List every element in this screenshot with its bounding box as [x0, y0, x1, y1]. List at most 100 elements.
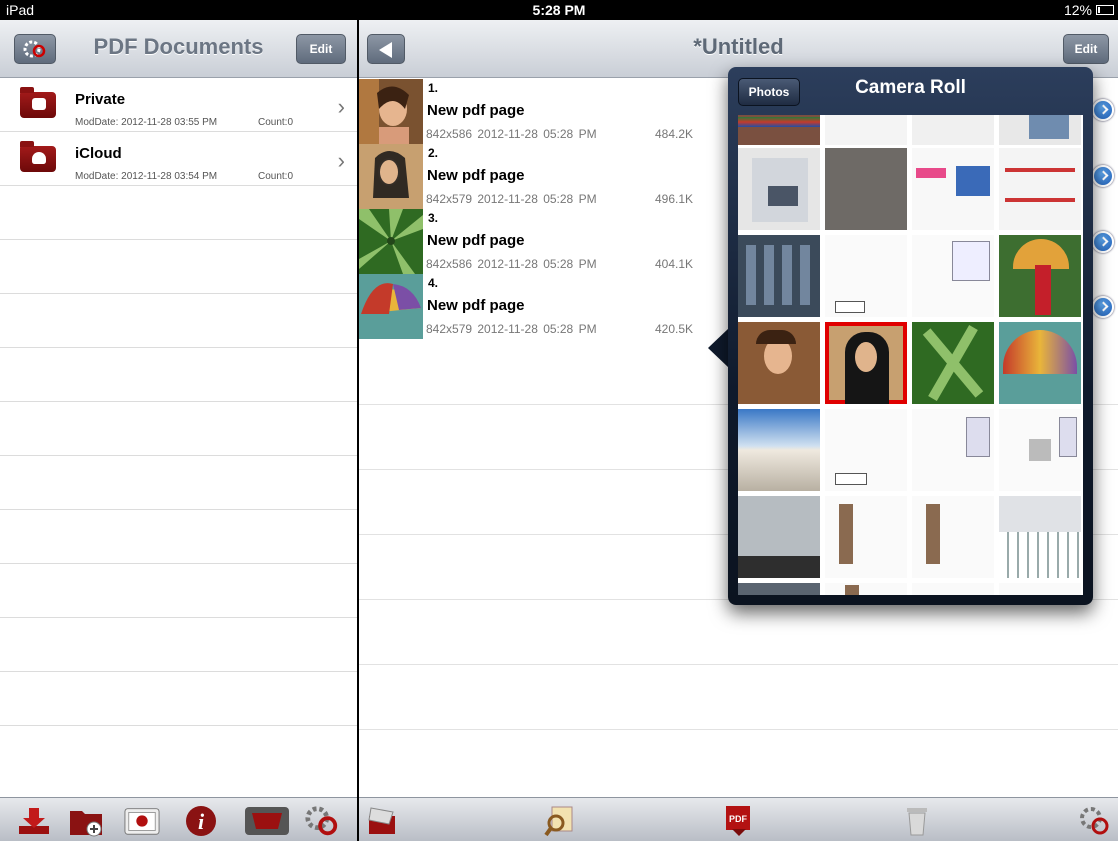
- page-size: 404.1K: [655, 257, 694, 271]
- import-button[interactable]: [16, 803, 52, 839]
- document-title: *Untitled: [693, 34, 784, 59]
- photo-thumbnail[interactable]: [825, 148, 907, 230]
- page-name: New pdf page: [427, 167, 525, 184]
- folder-row-private[interactable]: Private ModDate: 2012-11-28 03:55 PM Cou…: [0, 78, 357, 132]
- photo-grid: [738, 115, 1083, 595]
- photo-thumbnail[interactable]: [825, 496, 907, 578]
- folder-moddate: ModDate: 2012-11-28 03:55 PM: [75, 117, 218, 128]
- folder-moddate: ModDate: 2012-11-28 03:54 PM: [75, 171, 218, 182]
- add-folder-icon: [70, 811, 102, 837]
- settings-button[interactable]: [304, 803, 340, 839]
- vga-button[interactable]: [240, 803, 294, 839]
- page-number: 2.: [428, 146, 439, 160]
- page-size: 484.2K: [655, 127, 694, 141]
- photo-thumbnail[interactable]: [825, 235, 907, 317]
- photo-thumbnail[interactable]: [738, 235, 820, 317]
- settings-button[interactable]: [1077, 803, 1113, 839]
- photo-thumbnail[interactable]: [912, 322, 994, 404]
- page-detail-button[interactable]: [1092, 99, 1114, 121]
- battery-indicator: 12%: [1064, 2, 1114, 18]
- locked-folder-icon: [20, 87, 56, 118]
- download-tray-icon: [19, 808, 49, 834]
- photo-thumbnail[interactable]: [999, 409, 1081, 491]
- preview-button[interactable]: [541, 803, 577, 839]
- photo-thumbnail[interactable]: [738, 115, 820, 145]
- trash-button[interactable]: [899, 803, 935, 839]
- camera-button[interactable]: [124, 803, 160, 839]
- folder-name: iCloud: [75, 145, 122, 162]
- photo-thumbnail[interactable]: [738, 409, 820, 491]
- cloud-folder-icon: [20, 141, 56, 172]
- page-name: New pdf page: [427, 232, 525, 249]
- battery-percent: 12%: [1063, 2, 1092, 18]
- empty-row: [0, 348, 357, 402]
- battery-icon: [1096, 5, 1114, 15]
- photo-thumbnail[interactable]: [738, 496, 820, 578]
- photo-thumbnail[interactable]: [999, 115, 1081, 145]
- popover-title: Camera Roll: [855, 77, 966, 98]
- photo-thumbnail[interactable]: [825, 409, 907, 491]
- empty-row: [0, 186, 357, 240]
- camera-icon: [124, 808, 160, 835]
- photo-thumbnail[interactable]: [912, 115, 994, 145]
- page-detail-button[interactable]: [1092, 296, 1114, 318]
- gears-icon: [305, 806, 338, 836]
- photo-thumbnail[interactable]: [999, 148, 1081, 230]
- status-bar: iPad 5:28 PM 12%: [0, 0, 1118, 20]
- photo-thumbnail[interactable]: [825, 583, 907, 595]
- email-button[interactable]: [365, 803, 401, 839]
- photo-thumbnail[interactable]: [912, 496, 994, 578]
- page-detail-button[interactable]: [1092, 231, 1114, 253]
- folder-name: Private: [75, 91, 126, 108]
- photo-thumbnail[interactable]: [738, 322, 820, 404]
- trash-icon: [907, 808, 927, 836]
- separator: [359, 729, 1118, 730]
- page-meta: 842x586 2012-11-28 05:28 PM: [426, 257, 597, 271]
- chevron-right-icon: ›: [337, 148, 345, 173]
- info-button[interactable]: i: [183, 803, 219, 839]
- photo-thumbnail[interactable]: [825, 115, 907, 145]
- page-meta: 842x579 2012-11-28 05:28 PM: [426, 322, 597, 336]
- separator: [359, 664, 1118, 665]
- page-number: 3.: [428, 211, 439, 225]
- documents-pane: PDF Documents Edit Private ModDate: 2012…: [0, 20, 357, 841]
- page-thumbnail: [359, 209, 423, 274]
- page-size: 496.1K: [655, 192, 694, 206]
- edit-pages-button[interactable]: Edit: [1063, 34, 1109, 64]
- photo-thumbnail[interactable]: [999, 496, 1081, 578]
- pdf-export-icon: PDF: [726, 806, 750, 836]
- vga-connector-icon: [245, 807, 289, 835]
- photo-thumbnail[interactable]: [999, 235, 1081, 317]
- clock: 5:28 PM: [532, 2, 586, 18]
- page-thumbnail: [359, 274, 423, 339]
- page-number: 1.: [428, 81, 439, 95]
- page-thumbnail: [359, 144, 423, 209]
- page-size: 420.5K: [655, 322, 694, 336]
- empty-row: [0, 294, 357, 348]
- info-icon: i: [186, 806, 216, 836]
- empty-row: [0, 240, 357, 294]
- edit-button[interactable]: Edit: [296, 34, 346, 64]
- empty-row: [0, 672, 357, 726]
- empty-row: [0, 402, 357, 456]
- photo-thumbnail[interactable]: [999, 583, 1081, 595]
- photo-thumbnail[interactable]: [912, 235, 994, 317]
- photo-thumbnail[interactable]: [912, 409, 994, 491]
- photo-thumbnail-selected[interactable]: [825, 322, 907, 404]
- svg-text:i: i: [198, 809, 205, 834]
- photo-thumbnail[interactable]: [738, 583, 820, 595]
- export-pdf-button[interactable]: PDF: [721, 803, 757, 839]
- page-meta: 842x586 2012-11-28 05:28 PM: [426, 127, 597, 141]
- popover-arrow: [708, 328, 729, 368]
- documents-toolbar: i: [0, 797, 357, 841]
- photo-thumbnail[interactable]: [912, 583, 994, 595]
- mail-send-icon: [368, 807, 395, 834]
- new-folder-button[interactable]: [68, 803, 104, 839]
- photo-thumbnail[interactable]: [738, 148, 820, 230]
- folder-row-icloud[interactable]: iCloud ModDate: 2012-11-28 03:54 PM Coun…: [0, 132, 357, 186]
- photo-thumbnail[interactable]: [999, 322, 1081, 404]
- page-detail-button[interactable]: [1092, 165, 1114, 187]
- photo-thumbnail[interactable]: [912, 148, 994, 230]
- folder-count: Count:0: [258, 171, 294, 182]
- empty-row: [0, 564, 357, 618]
